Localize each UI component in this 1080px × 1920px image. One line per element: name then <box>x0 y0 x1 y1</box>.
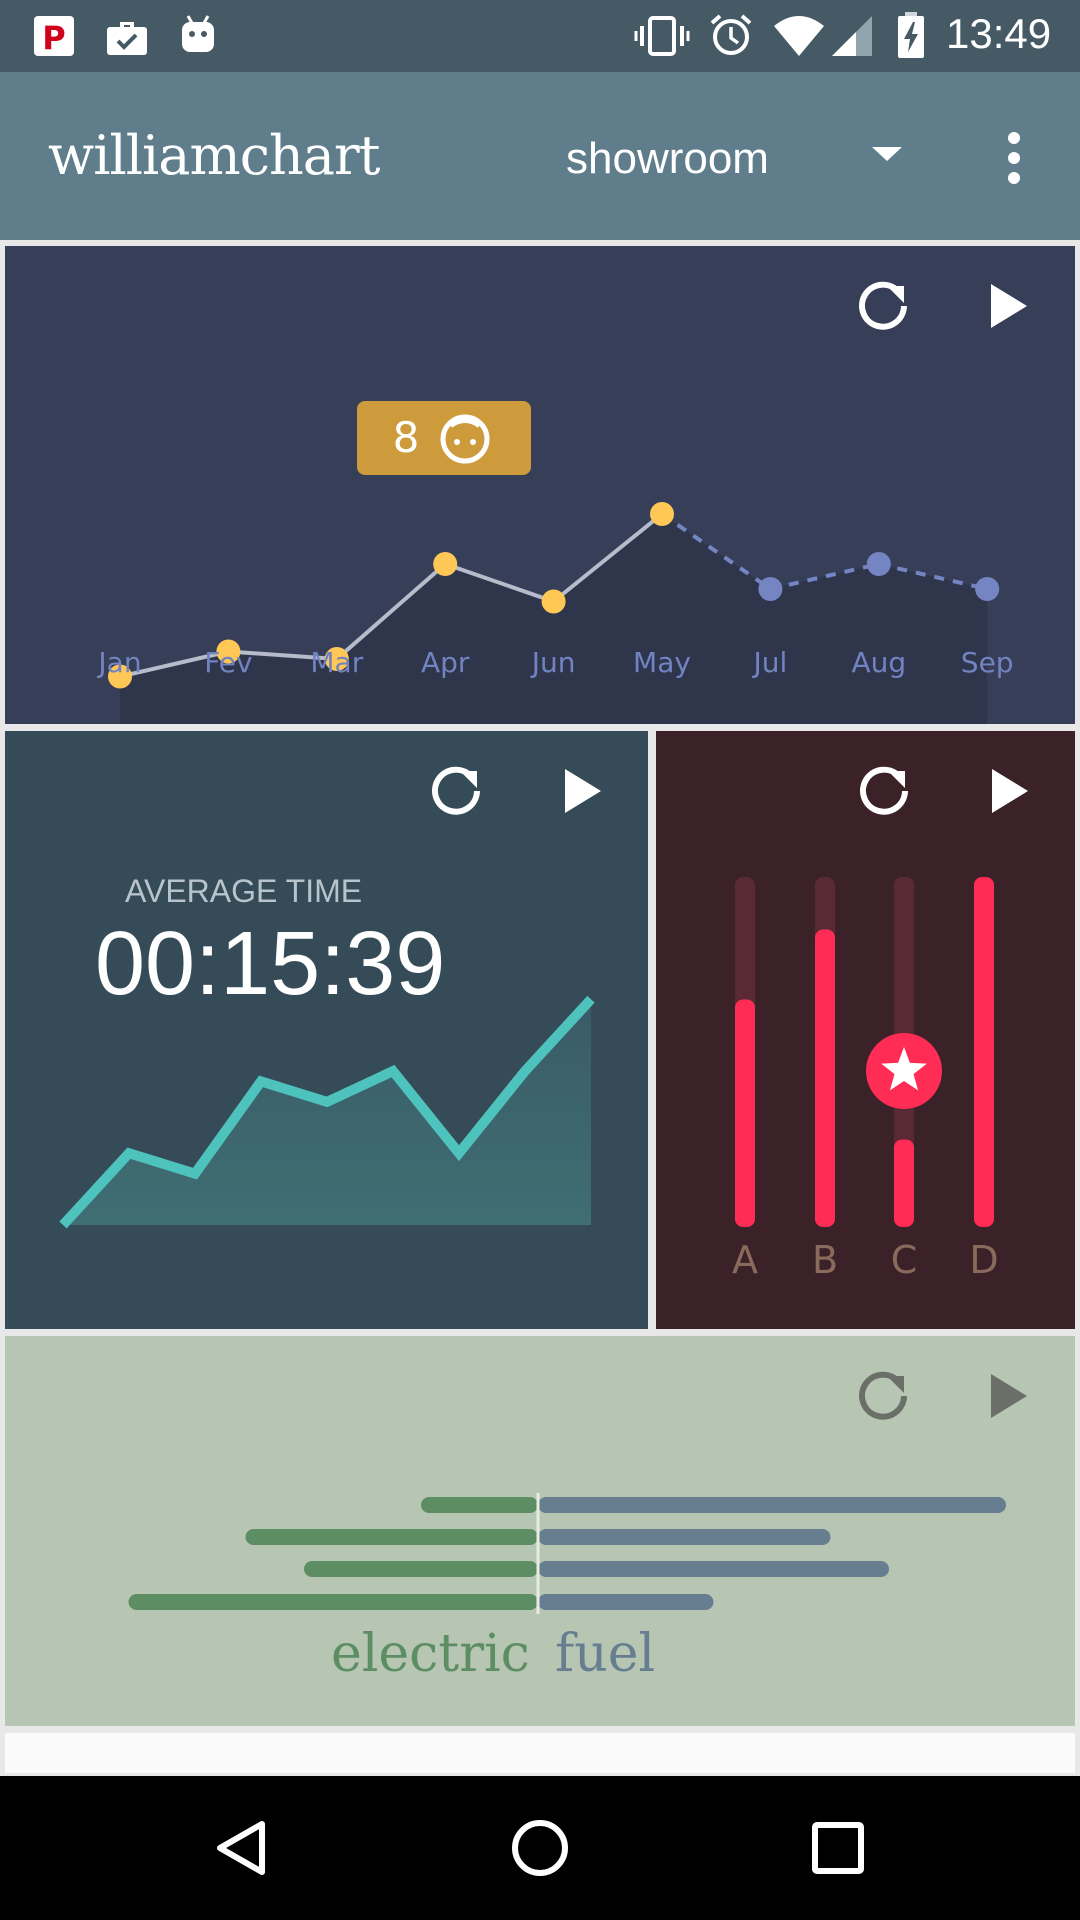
app-bar: williamchart showroom <box>0 72 1080 240</box>
wifi-icon <box>774 16 824 56</box>
spinner-value: showroom <box>566 134 769 183</box>
hbar-chart <box>128 1493 1006 1614</box>
next-card-peek <box>5 1733 1075 1773</box>
alarm-icon <box>710 14 752 55</box>
line-tooltip: 8 <box>357 401 531 475</box>
dropdown-arrow-icon <box>872 147 902 161</box>
line-fill-area <box>120 514 988 724</box>
home-icon[interactable] <box>508 1816 572 1880</box>
app-title: williamchart <box>48 124 380 187</box>
hbar-fuel[interactable] <box>538 1561 889 1577</box>
x-tick-label: May <box>633 646 691 679</box>
line-point[interactable] <box>866 552 891 576</box>
x-tick-label: Sep <box>961 646 1014 679</box>
battery-charging-icon <box>898 12 924 58</box>
vibrate-icon <box>634 16 690 56</box>
bar-b[interactable] <box>815 929 835 1228</box>
hbar-electric[interactable] <box>128 1594 539 1610</box>
x-tick-label: Fev <box>204 646 252 679</box>
hbar-electric[interactable] <box>421 1497 538 1513</box>
status-time: 13:49 <box>946 10 1052 57</box>
hbar-fuel[interactable] <box>538 1497 1006 1513</box>
status-bar: P 13:49 <box>0 0 1080 72</box>
x-tick-label: Mar <box>310 646 363 679</box>
hbar-fuel[interactable] <box>538 1529 831 1545</box>
line-chart-card: Jan Fev Mar Apr Jun May Jul Aug Sep 8 <box>5 246 1075 724</box>
svg-text:P: P <box>42 19 65 57</box>
signal-icon <box>832 16 872 56</box>
line-point[interactable] <box>541 589 566 614</box>
hbar-chart-card: electric fuel <box>5 1336 1075 1726</box>
hbar-fuel[interactable] <box>538 1594 714 1610</box>
bar-label: D <box>969 1238 998 1282</box>
x-tick-label: Apr <box>421 646 470 679</box>
navigation-bar <box>0 1776 1080 1920</box>
area-fill <box>63 999 591 1225</box>
back-icon[interactable] <box>210 1816 274 1880</box>
briefcase-check-icon <box>107 22 147 55</box>
x-tick-label: Jun <box>530 646 576 679</box>
line-point[interactable] <box>650 502 674 526</box>
line-point[interactable] <box>758 577 783 601</box>
bar-label: C <box>891 1238 918 1282</box>
line-point[interactable] <box>975 577 1000 601</box>
bar-chart-card: A B C D <box>656 731 1075 1329</box>
bar-a[interactable] <box>735 999 755 1228</box>
hbar-electric[interactable] <box>304 1561 538 1577</box>
android-icon <box>182 15 214 52</box>
area-chart <box>59 995 595 1229</box>
showroom-spinner[interactable]: showroom <box>548 112 928 202</box>
x-tick-label: Aug <box>851 646 906 679</box>
p-app-icon: P <box>34 16 74 57</box>
x-tick-label: Jul <box>752 646 788 679</box>
tooltip-value: 8 <box>393 413 420 462</box>
bar-d[interactable] <box>974 877 994 1227</box>
line-chart: Jan Fev Mar Apr Jun May Jul Aug Sep 8 <box>96 401 1014 724</box>
recents-icon[interactable] <box>808 1818 868 1878</box>
area-chart-card: AVERAGE TIME 00:15:39 <box>5 731 648 1329</box>
bar-c[interactable] <box>894 1139 914 1228</box>
electric-label: electric <box>331 1624 530 1684</box>
hbar-electric[interactable] <box>245 1529 539 1545</box>
fuel-label: fuel <box>555 1624 656 1684</box>
bar-label: B <box>812 1238 838 1282</box>
overflow-menu-icon[interactable] <box>998 128 1030 188</box>
line-point[interactable] <box>433 552 458 576</box>
x-tick-label: Jan <box>96 646 141 679</box>
bar-label: A <box>732 1238 758 1282</box>
bar-chart: A B C D <box>732 877 999 1282</box>
star-icon <box>866 1033 942 1109</box>
